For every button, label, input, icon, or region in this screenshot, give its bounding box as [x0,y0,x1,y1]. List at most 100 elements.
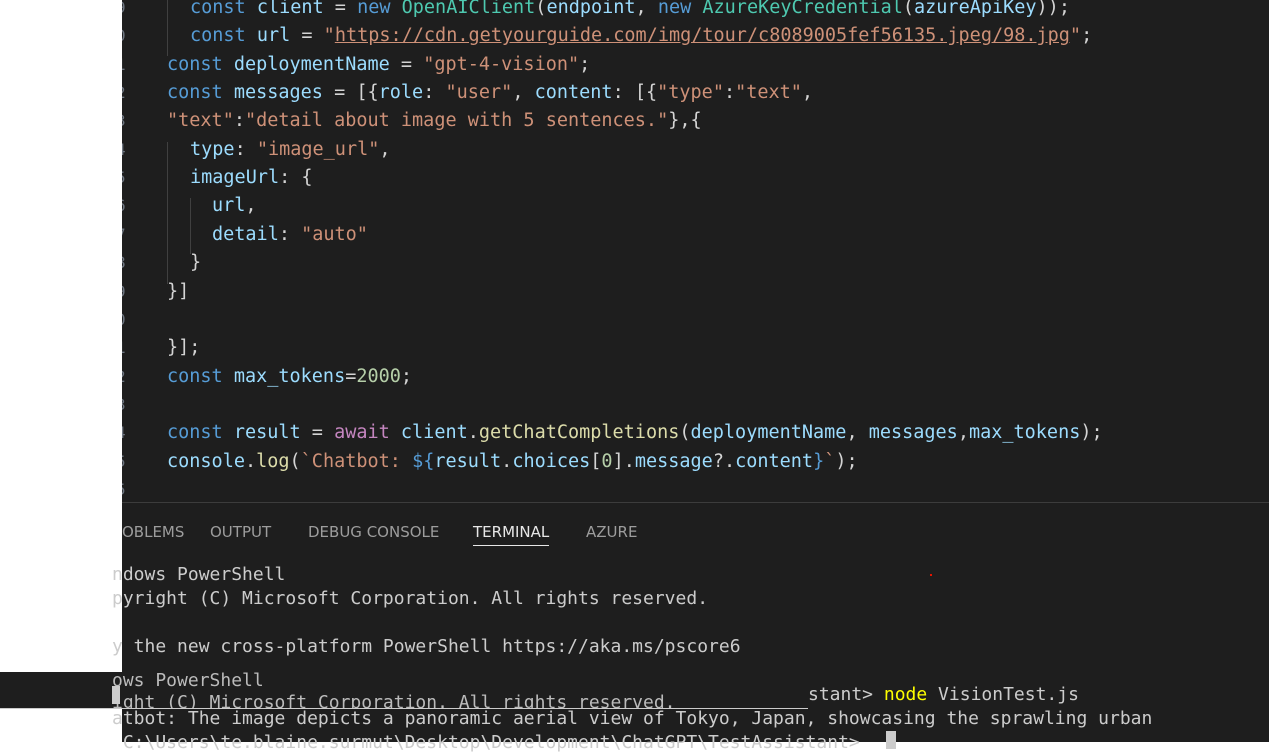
code-token: const [167,53,234,75]
line-number: 4 [122,419,128,447]
tab-debug-console[interactable]: DEBUG CONSOLE [308,523,439,541]
code-token: : { [279,167,313,189]
code-token: getChatCompletions [478,422,680,444]
terminal-line: ndows PowerShell [112,564,286,585]
code-token: ]. [612,450,635,472]
terminal-prompt-line: C:\Users\te.blaine.surmut\Desktop\Develo… [112,732,871,753]
code-token: ; [400,365,413,387]
tab-terminal[interactable]: TERMINAL [473,523,550,546]
code-token: deploymentName [233,53,390,75]
code-line[interactable]: 3 "text":"detail about image with 5 sente… [122,107,1269,135]
chatbot-output-line: atbot: The image depicts a panoramic aer… [112,708,1153,729]
code-line[interactable]: 1 const deploymentName = "gpt-4-vision"; [122,51,1269,79]
code-token: const [167,82,234,104]
indent-guide [167,0,168,56]
code-text: const client = new OpenAIClient(endpoint… [190,0,1070,22]
line-number: 0 [122,306,128,334]
code-token: . [467,422,479,444]
code-token: content [534,82,613,104]
code-token: const [167,365,234,387]
code-token: , [635,0,658,18]
code-line[interactable]: 1}]; [122,334,1269,362]
code-token: , [379,138,391,160]
code-line[interactable]: 5 [122,476,1269,502]
line-number: 6 [122,192,128,220]
code-line[interactable]: 3 [122,391,1269,419]
command-args: VisionTest.js [927,684,1079,705]
code-token: ( [289,450,301,472]
code-token: }] [167,280,190,302]
code-token: },{ [668,110,702,132]
red-marker [930,574,932,576]
code-token: endpoint [546,0,636,18]
code-text: const messages = [{role: "user", content… [167,79,813,107]
code-token: new [357,0,402,18]
code-line[interactable]: 4 type: "image_url", [122,136,1269,164]
code-token: . [501,450,513,472]
code-line[interactable]: 7 detail: "auto" [122,221,1269,249]
code-token: OpenAIClient [401,0,536,18]
code-token: url [256,25,291,47]
code-token: "text" [167,110,234,132]
code-text: url, [212,192,257,220]
code-line[interactable]: 2 const messages = [{role: "user", conten… [122,79,1269,107]
code-token: : [233,110,245,132]
code-token: `Chatbot: [300,450,413,472]
code-line[interactable]: 8} [122,249,1269,277]
line-number: 3 [122,391,128,419]
code-token: . [244,450,257,472]
code-token: role [378,82,424,104]
line-number: 2 [122,363,128,391]
code-token: max_tokens [968,422,1081,444]
line-number: 3 [122,107,128,135]
code-line[interactable]: 0 [122,306,1269,334]
code-line[interactable]: 5console.log(`Chatbot: ${result.choices[… [122,448,1269,476]
code-line[interactable]: 4 const result = await client.getChatComp… [122,419,1269,447]
code-token: "image_url" [256,138,380,160]
code-line[interactable]: 5 imageUrl: { [122,164,1269,192]
code-line[interactable]: 6 url, [122,192,1269,220]
code-token: : [278,223,302,245]
tab-problems[interactable]: OBLEMS [122,523,184,541]
code-token: ( [902,0,915,18]
code-token: ; [579,53,591,75]
line-number: 9 [122,278,128,306]
code-token: console [167,450,245,472]
code-token: : [723,82,736,104]
code-token: , [846,422,869,444]
indent-guide [167,142,168,284]
code-text: } [190,249,201,277]
code-token: "text" [735,82,802,104]
code-token: ( [535,0,547,18]
code-line[interactable]: 9}] [122,278,1269,306]
code-token: message [634,450,713,472]
code-token: ); [835,450,858,472]
code-token: } [813,450,825,472]
code-text: const max_tokens=2000; [167,363,412,391]
code-text: const url = "https://cdn.getyourguide.co… [190,22,1092,50]
code-token: 2000 [356,365,401,387]
code-text: detail: "auto" [212,221,368,249]
code-token: const [190,0,257,18]
line-number: 5 [122,164,128,192]
code-token: imageUrl [190,167,280,189]
code-token: deploymentName [690,422,847,444]
code-editor[interactable]: 9 const client = new OpenAIClient(endpoin… [122,0,1269,502]
code-token: "user" [445,82,513,104]
code-token: ` [824,450,836,472]
code-token: ); [1080,422,1103,444]
line-number: 1 [122,51,128,79]
code-line[interactable]: 2 const max_tokens=2000; [122,363,1269,391]
node-command: node [883,684,928,705]
code-token: "type" [657,82,724,104]
code-token: , [245,195,257,217]
code-line[interactable]: 9const client = new OpenAIClient(endpoin… [122,0,1269,22]
code-token: ${ [412,450,435,472]
code-token: const [167,422,234,444]
code-token: content [735,450,814,472]
tab-output[interactable]: OUTPUT [210,523,271,541]
left-blank-area [0,0,122,741]
tab-azure[interactable]: AZURE [586,523,637,541]
line-number: 5 [122,448,128,476]
code-line[interactable]: 0 const url = "https://cdn.getyourguide.c… [122,22,1269,50]
